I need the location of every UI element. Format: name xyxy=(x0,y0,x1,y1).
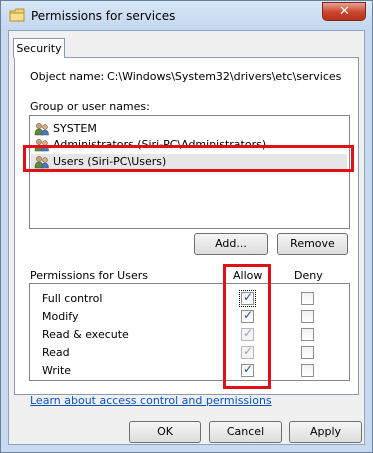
list-item-system[interactable]: SYSTEM xyxy=(34,121,97,137)
permissions-list: Full control Modify Read & execute Read … xyxy=(29,283,350,381)
remove-button[interactable]: Remove xyxy=(277,233,348,255)
object-name-value: C:\Windows\System32\drivers\etc\services xyxy=(107,70,342,83)
tab-security[interactable]: Security xyxy=(13,38,65,58)
highlight-box-selected-user xyxy=(23,145,354,172)
list-item-label: SYSTEM xyxy=(53,122,97,135)
apply-button[interactable]: Apply xyxy=(289,421,362,443)
folder-icon xyxy=(9,8,25,22)
group-user-listbox[interactable]: SYSTEM Administrators (Siri-PC\Administr… xyxy=(29,115,350,229)
window-title: Permissions for services xyxy=(31,9,176,23)
permission-name: Modify xyxy=(42,310,79,323)
cancel-button[interactable]: Cancel xyxy=(209,421,282,443)
permission-name: Read xyxy=(42,346,70,359)
deny-checkbox-read[interactable] xyxy=(301,346,314,359)
deny-checkbox-modify[interactable] xyxy=(301,310,314,323)
access-control-help-link[interactable]: Learn about access control and permissio… xyxy=(30,394,272,407)
highlight-box-allow-column xyxy=(223,264,271,389)
title-bar[interactable]: Permissions for services xyxy=(1,1,372,31)
deny-checkbox-read-execute[interactable] xyxy=(301,328,314,341)
permission-name: Full control xyxy=(42,292,103,305)
users-icon xyxy=(34,123,49,136)
close-icon: ✕ xyxy=(339,4,350,19)
permission-name: Write xyxy=(42,364,72,377)
deny-checkbox-write[interactable] xyxy=(301,364,314,377)
close-button[interactable]: ✕ xyxy=(322,2,366,21)
deny-column-header: Deny xyxy=(294,269,323,282)
add-button[interactable]: Add... xyxy=(194,233,268,255)
permissions-label: Permissions for Users xyxy=(30,269,148,282)
group-list-label: Group or user names: xyxy=(30,100,150,113)
deny-checkbox-full-control[interactable] xyxy=(301,292,314,305)
permission-name: Read & execute xyxy=(42,328,129,341)
object-name-label: Object name: xyxy=(30,70,105,83)
ok-button[interactable]: OK xyxy=(129,421,201,443)
